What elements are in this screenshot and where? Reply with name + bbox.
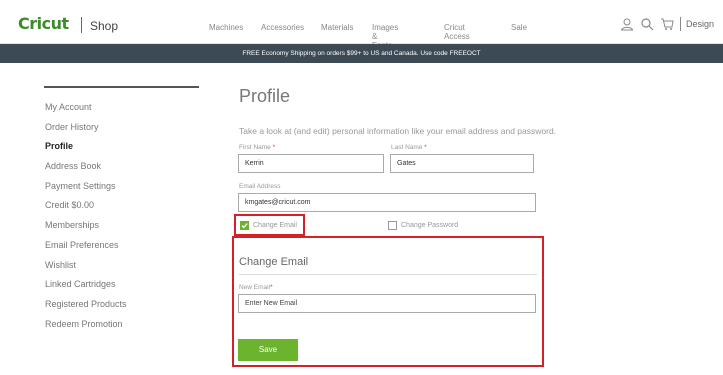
design-link[interactable]: Design <box>686 19 714 29</box>
sidebar-item-memberships[interactable]: Memberships <box>45 220 99 230</box>
nav-sale[interactable]: Sale <box>511 23 527 32</box>
sidebar-item-payment-settings[interactable]: Payment Settings <box>45 181 116 191</box>
sidebar-item-registered-products[interactable]: Registered Products <box>45 299 127 309</box>
sidebar-item-credit[interactable]: Credit $0.00 <box>45 200 94 210</box>
sidebar-item-wishlist[interactable]: Wishlist <box>45 260 76 270</box>
sidebar-item-order-history[interactable]: Order History <box>45 122 99 132</box>
first-name-field[interactable]: Kerrin <box>238 154 384 173</box>
email-label: Email Address <box>239 183 281 190</box>
nav-machines[interactable]: Machines <box>209 23 243 32</box>
required-mark: * <box>272 144 276 151</box>
checkmark-icon <box>241 223 248 229</box>
change-password-checkbox[interactable] <box>388 221 397 230</box>
logo-divider <box>81 17 82 33</box>
nav-accessories[interactable]: Accessories <box>261 23 304 32</box>
last-name-field[interactable]: Gates <box>390 154 534 173</box>
cricut-logo[interactable]: Cricut <box>18 14 69 33</box>
last-name-label: Last Name * <box>391 144 427 151</box>
nav-materials[interactable]: Materials <box>321 23 353 32</box>
sidebar-item-linked-cartridges[interactable]: Linked Cartridges <box>45 279 116 289</box>
first-name-label: First Name * <box>239 144 276 151</box>
page-subtitle: Take a look at (and edit) personal infor… <box>239 126 557 136</box>
promo-banner: FREE Economy Shipping on orders $99+ to … <box>0 44 723 63</box>
shop-label[interactable]: Shop <box>90 19 118 33</box>
site-header: Cricut Shop Machines Accessories Materia… <box>0 0 723 50</box>
sidebar-item-address-book[interactable]: Address Book <box>45 161 101 171</box>
section-divider <box>239 274 537 275</box>
header-divider <box>680 17 681 31</box>
required-mark: * <box>424 144 427 151</box>
change-password-label[interactable]: Change Password <box>401 222 458 229</box>
required-mark: * <box>270 284 273 291</box>
sidebar-item-email-preferences[interactable]: Email Preferences <box>45 240 119 250</box>
change-email-section-title: Change Email <box>239 256 309 268</box>
search-icon[interactable] <box>640 17 654 31</box>
sidebar-item-my-account[interactable]: My Account <box>45 102 92 112</box>
email-field[interactable]: kmgates@cricut.com <box>238 193 536 212</box>
change-email-label[interactable]: Change Email <box>253 222 297 229</box>
header-icons: Design <box>620 17 714 31</box>
sidebar-item-redeem-promotion[interactable]: Redeem Promotion <box>45 319 123 329</box>
page-title: Profile <box>239 86 291 106</box>
sidebar-divider <box>44 86 199 88</box>
nav-cricut-access[interactable]: Cricut Access <box>444 23 470 41</box>
change-email-checkbox[interactable] <box>240 221 249 230</box>
user-icon[interactable] <box>620 17 634 31</box>
save-button[interactable]: Save <box>238 339 298 361</box>
new-email-label: New Email* <box>239 284 273 291</box>
new-email-field[interactable]: Enter New Email <box>238 294 536 313</box>
sidebar-item-profile[interactable]: Profile <box>45 141 73 151</box>
cart-icon[interactable] <box>660 17 674 31</box>
